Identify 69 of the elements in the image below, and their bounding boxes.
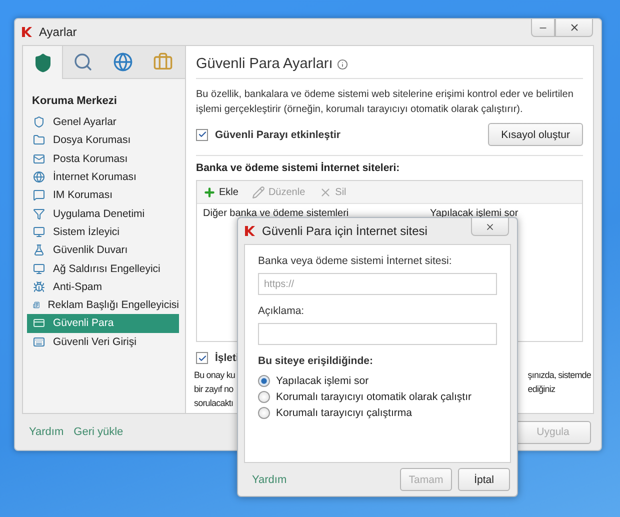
footer-link[interactable]: Geri yükle bbox=[74, 426, 124, 438]
toolbar-button[interactable]: Ekle bbox=[203, 186, 238, 198]
logo-icon bbox=[21, 26, 33, 38]
shield-icon bbox=[33, 116, 45, 128]
close-button[interactable] bbox=[555, 19, 593, 37]
card-icon bbox=[33, 317, 45, 330]
sidebar-item[interactable]: Güvenli Para bbox=[27, 314, 179, 333]
radio-option[interactable]: Korumalı tarayıcıyı çalıştırma bbox=[258, 407, 497, 419]
url-field[interactable]: https:// bbox=[258, 273, 497, 295]
sidebar-item[interactable]: Dosya Koruması bbox=[27, 131, 179, 150]
sidebar-item[interactable]: Uygulama Denetimi bbox=[27, 204, 179, 223]
logo-icon bbox=[244, 225, 256, 237]
note-text: bir zayıf no bbox=[194, 383, 234, 396]
envelope-icon bbox=[33, 152, 45, 165]
field-label: Açıklama: bbox=[258, 305, 306, 317]
computer-icon bbox=[33, 262, 45, 275]
note-text: sorulacaktı bbox=[194, 397, 234, 410]
close-button[interactable] bbox=[471, 218, 509, 236]
note-text: Bu onay ku bbox=[194, 369, 236, 382]
monitor-icon bbox=[33, 226, 45, 238]
keyboard-icon bbox=[33, 336, 45, 348]
sidebar-item[interactable]: IM Koruması bbox=[27, 186, 179, 204]
chat-icon bbox=[33, 189, 45, 202]
note-text: şınızda, sistemde bbox=[528, 369, 591, 382]
sidebar-item[interactable]: Güvenli Veri Girişi bbox=[27, 332, 179, 351]
site-cell-text: Diğer banka ve ödeme sistemleri bbox=[203, 208, 350, 219]
tab[interactable] bbox=[23, 46, 63, 79]
section-heading: Banka ve ödeme sistemi İnternet siteleri: bbox=[196, 162, 401, 174]
dialog-button[interactable]: İptal bbox=[458, 468, 510, 491]
window-title: Ayarlar bbox=[39, 25, 78, 39]
description-text: Bu özellik, bankalara ve ödeme sistemi web sitelerine erişimi kontrol eder ve belirtilen işlemi gerçekleştirir (örneğin, korumalı tarayıcıyı otomatik olarak çalıştırır). bbox=[196, 88, 574, 117]
note-text: ediğiniz bbox=[528, 383, 556, 396]
description-field[interactable] bbox=[258, 323, 497, 345]
sidebar-item[interactable]: Anti-Spam bbox=[27, 278, 179, 296]
group-heading: Bu siteye erişildiğinde: bbox=[258, 355, 374, 367]
checkbox-label: Güvenli Parayı etkinleştir bbox=[215, 128, 340, 140]
globe-icon bbox=[33, 171, 45, 184]
bug-icon bbox=[33, 280, 45, 293]
footer-link[interactable]: Yardım bbox=[29, 426, 64, 438]
plus-icon bbox=[203, 186, 216, 198]
sidebar-item[interactable]: Güvenlik Duvarı bbox=[27, 241, 179, 260]
sidebar-item[interactable]: Reklam Başlığı Engelleyicisi bbox=[27, 296, 179, 314]
sidebar-item[interactable]: Posta Koruması bbox=[27, 150, 179, 168]
radio-option[interactable]: Korumalı tarayıcıyı otomatik olarak çalıştır bbox=[258, 391, 497, 403]
help-link[interactable]: Yardım bbox=[252, 474, 287, 486]
folder-icon bbox=[33, 134, 45, 146]
sidebar-item[interactable]: İnternet Koruması bbox=[27, 168, 179, 186]
panel-title: Güvenli Para Ayarları bbox=[196, 56, 333, 72]
checkbox[interactable] bbox=[196, 352, 208, 364]
shortcut-button[interactable]: Kısayol oluştur bbox=[488, 123, 583, 146]
action-cell-text: Yapılacak işlemi sor bbox=[430, 208, 520, 219]
sidebar-item[interactable]: Ağ Saldırısı Engelleyici bbox=[27, 259, 179, 278]
cross-icon bbox=[319, 186, 332, 198]
field-label: Banka veya ödeme sistemi İnternet sitesi: bbox=[258, 255, 453, 267]
close-icon bbox=[485, 222, 495, 232]
briefcase-icon bbox=[152, 52, 172, 72]
sidebar-item[interactable]: Sistem İzleyici bbox=[27, 222, 179, 242]
radio-option[interactable]: Yapılacak işlemi sor bbox=[258, 375, 497, 387]
close-icon bbox=[568, 22, 580, 33]
pencil-icon bbox=[252, 186, 266, 198]
sidebar-item[interactable]: Genel Ayarlar bbox=[27, 113, 179, 132]
search-icon bbox=[72, 52, 92, 72]
minimize-button[interactable] bbox=[531, 19, 555, 37]
globe-icon bbox=[112, 52, 132, 72]
checkbox[interactable] bbox=[196, 128, 208, 140]
info-icon bbox=[336, 58, 348, 70]
sidebar-heading: Koruma Merkezi bbox=[31, 94, 118, 109]
shield-icon bbox=[32, 52, 52, 72]
dialog-title: Güvenli Para için İnternet sitesi bbox=[262, 224, 428, 238]
